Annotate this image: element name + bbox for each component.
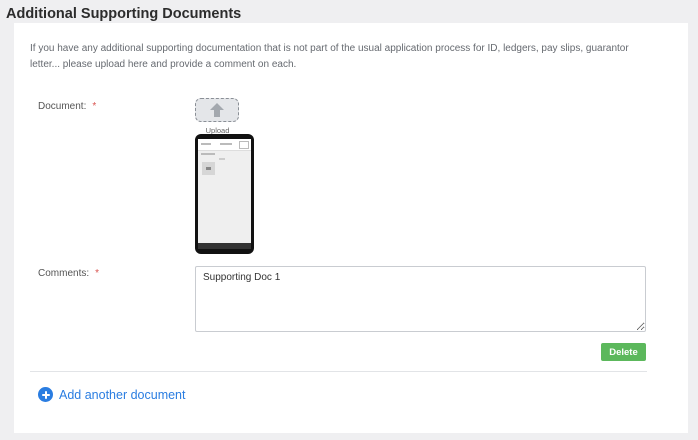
comments-label: Comments: * [38, 268, 99, 279]
arrow-up-icon [210, 103, 224, 117]
divider [30, 371, 647, 372]
add-another-document-label: Add another document [59, 387, 186, 402]
section-title: Additional Supporting Documents [6, 6, 242, 22]
comments-textarea[interactable]: Supporting Doc 1 [195, 266, 646, 332]
document-label-text: Document: [38, 101, 87, 112]
add-another-document-link[interactable]: Add another document [38, 387, 185, 402]
supporting-documents-card: If you have any additional supporting do… [14, 23, 688, 433]
document-thumbnail[interactable] [195, 134, 254, 254]
intro-text: If you have any additional supporting do… [30, 43, 629, 70]
document-label: Document: * [38, 101, 96, 112]
image-icon [202, 162, 215, 175]
required-asterisk: * [92, 101, 97, 112]
thumbnail-screen [198, 139, 251, 249]
plus-circle-icon [38, 387, 53, 402]
required-asterisk: * [95, 268, 100, 279]
comments-label-text: Comments: [38, 268, 90, 279]
upload-button[interactable] [195, 98, 239, 122]
delete-button[interactable]: Delete [601, 343, 646, 361]
